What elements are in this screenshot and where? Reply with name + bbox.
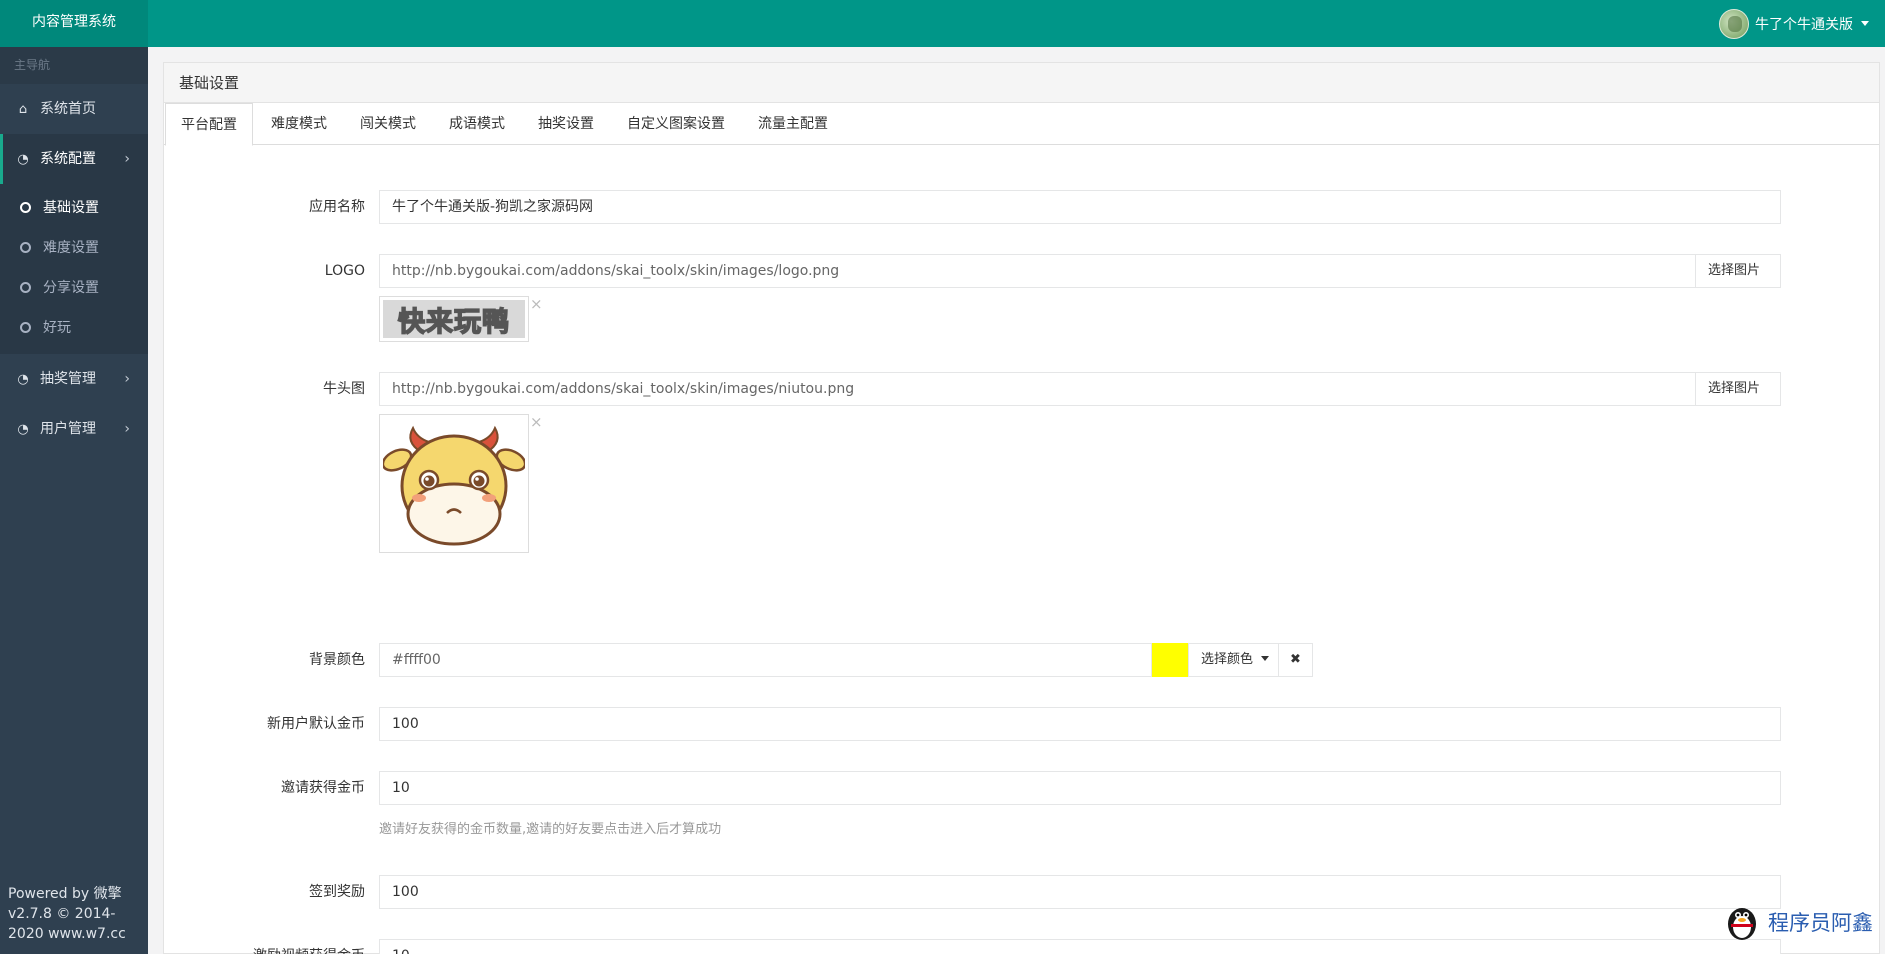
tab-custom-pattern[interactable]: 自定义图案设置 bbox=[612, 103, 740, 145]
powered-by-footer: Powered by 微擎 v2.7.8 © 2014-2020 www.w7.… bbox=[8, 886, 126, 942]
watermark-text: 程序员阿鑫 bbox=[1768, 911, 1873, 935]
video-coins-label: 激励视频获得金币 bbox=[185, 939, 365, 954]
circle-icon bbox=[20, 322, 31, 333]
watermark: 程序员阿鑫 bbox=[1722, 902, 1873, 942]
tab-lottery-settings[interactable]: 抽奖设置 bbox=[523, 103, 609, 145]
invite-coins-input[interactable]: 10 bbox=[379, 771, 1781, 805]
panel-title: 基础设置 bbox=[164, 63, 1879, 103]
circle-icon bbox=[20, 242, 31, 253]
dashboard-icon: ◔ bbox=[17, 372, 29, 387]
sidebar-item-home[interactable]: ⌂ 系统首页 bbox=[0, 84, 148, 134]
dashboard-icon: ◔ bbox=[17, 422, 29, 437]
chevron-right-icon: › bbox=[124, 371, 130, 387]
chevron-right-icon: › bbox=[124, 151, 130, 167]
dashboard-icon: ◔ bbox=[17, 152, 29, 167]
bg-color-input[interactable]: #ffff00 bbox=[379, 643, 1152, 677]
user-menu[interactable]: 牛了个牛通关版 bbox=[1719, 0, 1869, 47]
sidebar-item-system-config[interactable]: ◔ 系统配置 › bbox=[0, 134, 148, 184]
sidebar-item-users[interactable]: ◔ 用户管理 › bbox=[0, 404, 148, 454]
sidebar-subitem-fun[interactable]: 好玩 bbox=[0, 308, 148, 348]
penguin-icon bbox=[1728, 908, 1756, 940]
new-user-coins-input[interactable]: 100 bbox=[379, 707, 1781, 741]
tab-bar: 平台配置 难度模式 闯关模式 成语模式 抽奖设置 自定义图案设置 流量主配置 bbox=[164, 103, 1879, 146]
color-swatch[interactable] bbox=[1152, 643, 1188, 677]
invite-coins-help-text: 邀请好友获得的金币数量,邀请的好友要点击进入后才算成功 bbox=[379, 822, 722, 837]
circle-icon bbox=[20, 202, 31, 213]
remove-logo-icon[interactable]: × bbox=[530, 295, 543, 313]
invite-coins-label: 邀请获得金币 bbox=[281, 780, 365, 796]
logo-preview-text: 快来玩鸭 bbox=[397, 306, 510, 339]
cow-head-illustration bbox=[381, 425, 527, 546]
sidebar-item-lottery[interactable]: ◔ 抽奖管理 › bbox=[0, 354, 148, 404]
checkin-reward-input[interactable]: 100 bbox=[379, 875, 1781, 909]
logo-preview-image: 快来玩鸭 bbox=[379, 296, 529, 342]
logo-select-image-button[interactable]: 选择图片 bbox=[1695, 254, 1781, 288]
chevron-right-icon: › bbox=[124, 421, 130, 437]
bg-color-label: 背景颜色 bbox=[309, 652, 365, 668]
caret-down-icon bbox=[1261, 656, 1270, 661]
tab-traffic-config[interactable]: 流量主配置 bbox=[743, 103, 843, 145]
sidebar-submenu: 基础设置 难度设置 分享设置 好玩 bbox=[0, 184, 148, 354]
choose-color-button[interactable]: 选择颜色 bbox=[1188, 643, 1279, 677]
sidebar-subitem-basic-settings[interactable]: 基础设置 bbox=[0, 188, 148, 228]
new-user-coins-label: 新用户默认金币 bbox=[267, 716, 365, 732]
home-icon: ⌂ bbox=[18, 102, 28, 117]
user-avatar bbox=[1719, 8, 1749, 39]
settings-panel: 基础设置 平台配置 难度模式 闯关模式 成语模式 抽奖设置 自定义图案设置 流量… bbox=[163, 62, 1880, 954]
clear-color-icon[interactable]: ✖ bbox=[1278, 643, 1313, 677]
sidebar: 主导航 ⌂ 系统首页 ◔ 系统配置 › 基础设置 难度设置 分享设置 好玩 ◔ 抽奖管… bbox=[0, 47, 148, 954]
app-name-label: 应用名称 bbox=[309, 199, 365, 215]
remove-niutou-icon[interactable]: × bbox=[530, 413, 543, 431]
tab-level-mode[interactable]: 闯关模式 bbox=[345, 103, 431, 145]
niutou-label: 牛头图 bbox=[323, 381, 365, 397]
checkin-reward-label: 签到奖励 bbox=[309, 884, 365, 900]
caret-down-icon bbox=[1861, 21, 1869, 26]
tab-difficulty-mode[interactable]: 难度模式 bbox=[256, 103, 342, 145]
logo-label: LOGO bbox=[324, 263, 365, 279]
circle-icon bbox=[20, 282, 31, 293]
tab-platform-config[interactable]: 平台配置 bbox=[165, 103, 253, 146]
app-title: 内容管理系统 bbox=[0, 0, 148, 47]
sidebar-section-label: 主导航 bbox=[0, 47, 148, 84]
sidebar-subitem-difficulty-settings[interactable]: 难度设置 bbox=[0, 228, 148, 268]
video-coins-input[interactable]: 10 bbox=[379, 939, 1781, 954]
logo-url-input[interactable]: http://nb.bygoukai.com/addons/skai_toolx… bbox=[379, 254, 1696, 288]
user-name: 牛了个牛通关版 bbox=[1755, 16, 1853, 33]
niutou-url-input[interactable]: http://nb.bygoukai.com/addons/skai_toolx… bbox=[379, 372, 1696, 406]
top-navbar: 内容管理系统 牛了个牛通关版 bbox=[0, 0, 1885, 47]
sidebar-subitem-share-settings[interactable]: 分享设置 bbox=[0, 268, 148, 308]
niutou-select-image-button[interactable]: 选择图片 bbox=[1695, 372, 1781, 406]
niutou-preview-image bbox=[379, 414, 529, 553]
tab-idiom-mode[interactable]: 成语模式 bbox=[434, 103, 520, 145]
app-name-input[interactable]: 牛了个牛通关版-狗凯之家源码网 bbox=[379, 190, 1781, 224]
